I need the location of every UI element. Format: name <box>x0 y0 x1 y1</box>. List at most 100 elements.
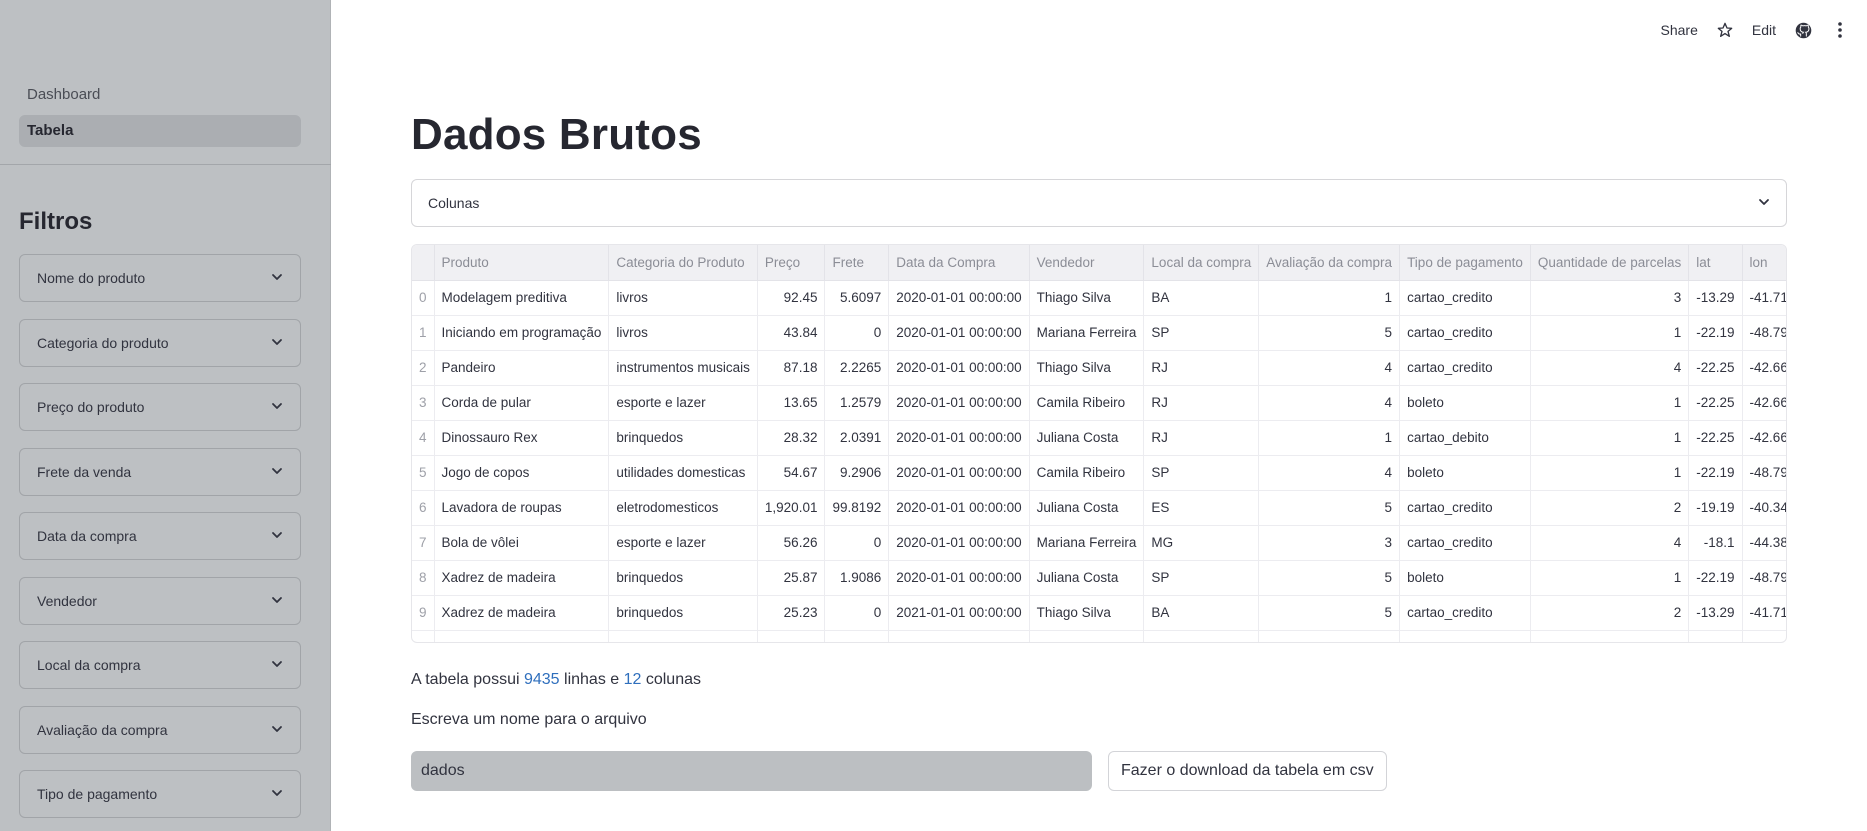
download-csv-button[interactable]: Fazer o download da tabela em csv <box>1108 751 1387 791</box>
table-cell[interactable]: -19.19 <box>1688 490 1743 526</box>
table-cell[interactable]: -41.71 <box>1742 595 1786 631</box>
table-cell[interactable]: 1 <box>1258 420 1401 456</box>
columns-expander[interactable]: Colunas <box>411 179 1787 227</box>
row-index[interactable]: 9 <box>412 595 435 631</box>
table-cell[interactable]: cartao_debito <box>1399 420 1531 456</box>
column-header[interactable]: Produto <box>434 245 610 281</box>
row-index[interactable]: 5 <box>412 455 435 491</box>
table-cell[interactable]: 56.26 <box>757 525 826 561</box>
table-cell[interactable]: 1 <box>1530 455 1690 491</box>
table-cell[interactable]: Mariana Ferreira <box>1029 525 1145 561</box>
table-cell[interactable]: 5 <box>1258 595 1401 631</box>
table-cell[interactable]: 2020-01-01 00:00:00 <box>888 280 1030 316</box>
table-cell[interactable]: utilidades domesticas <box>608 455 758 491</box>
table-cell[interactable]: Modelagem preditiva <box>434 280 610 316</box>
table-cell[interactable]: -41.71 <box>1742 280 1786 316</box>
column-header[interactable]: Categoria do Produto <box>608 245 758 281</box>
nav-item-tabela[interactable]: Tabela <box>19 115 301 147</box>
table-cell[interactable]: 2020-01-01 00:00:00 <box>888 350 1030 386</box>
table-cell[interactable]: 13.65 <box>757 385 826 421</box>
table-cell[interactable]: 4 <box>1530 350 1690 386</box>
table-cell[interactable]: SP <box>1143 315 1260 351</box>
table-cell[interactable]: 3 <box>1258 525 1401 561</box>
table-row[interactable]: 3 Corda de pular esporte e lazer 13.65 1.257… <box>412 385 1786 421</box>
table-cell[interactable]: 2020-01-01 00:00:00 <box>888 560 1030 596</box>
table-cell[interactable]: Juliana Costa <box>1029 560 1145 596</box>
row-index[interactable]: 4 <box>412 420 435 456</box>
table-cell[interactable]: -42.66 <box>1742 350 1786 386</box>
table-cell[interactable]: 28.32 <box>757 420 826 456</box>
table-row[interactable]: 0 Modelagem preditiva livros 92.45 5.6097 202… <box>412 280 1786 316</box>
table-cell[interactable]: 4 <box>1258 350 1401 386</box>
table-cell[interactable]: 1.2579 <box>824 385 890 421</box>
filter-select[interactable]: Vendedor <box>19 576 301 625</box>
column-header[interactable]: Vendedor <box>1029 245 1145 281</box>
table-cell[interactable]: Bola de vôlei <box>434 525 610 561</box>
table-cell[interactable]: 2.2265 <box>824 350 890 386</box>
table-cell[interactable]: Thiago Silva <box>1029 595 1145 631</box>
table-cell[interactable]: 9.2906 <box>824 455 890 491</box>
table-cell[interactable]: -22.19 <box>1688 560 1743 596</box>
table-cell[interactable]: livros <box>608 280 758 316</box>
filter-select[interactable]: Data da compra <box>19 512 301 560</box>
table-cell[interactable]: 5 <box>1258 315 1401 351</box>
row-index[interactable]: 6 <box>412 490 435 526</box>
row-index[interactable]: 2 <box>412 350 435 386</box>
table-cell[interactable]: 2021-01-01 00:00:00 <box>888 595 1030 631</box>
table-cell[interactable]: 3 <box>1530 280 1690 316</box>
table-cell[interactable]: Lavadora de roupas <box>434 490 610 526</box>
table-cell[interactable]: 43.84 <box>757 315 826 351</box>
data-table[interactable]: Produto Categoria do Produto Preço Frete Dat… <box>411 244 1787 643</box>
table-cell[interactable]: Jogo de copos <box>434 455 610 491</box>
table-row[interactable]: 2 Pandeiro instrumentos musicais 87.18 2.226… <box>412 350 1786 386</box>
table-cell[interactable]: 2020-01-01 00:00:00 <box>888 525 1030 561</box>
table-cell[interactable]: 2 <box>1530 595 1690 631</box>
table-row[interactable]: 4 Dinossauro Rex brinquedos 28.32 2.0391 2020… <box>412 420 1786 456</box>
row-index[interactable]: 7 <box>412 525 435 561</box>
column-header[interactable]: Quantidade de parcelas <box>1530 245 1690 281</box>
table-cell[interactable]: 5 <box>1258 490 1401 526</box>
row-index[interactable]: 1 <box>412 315 435 351</box>
column-header[interactable]: Preço <box>757 245 826 281</box>
table-cell[interactable]: -40.34 <box>1742 490 1786 526</box>
table-cell[interactable]: Dinossauro Rex <box>434 420 610 456</box>
table-cell[interactable]: 1 <box>1530 385 1690 421</box>
table-cell[interactable]: 2020-01-01 00:00:00 <box>888 455 1030 491</box>
table-cell[interactable]: -22.25 <box>1688 350 1743 386</box>
table-cell[interactable]: 4 <box>1258 455 1401 491</box>
table-cell[interactable]: SP <box>1143 455 1260 491</box>
table-cell[interactable]: esporte e lazer <box>608 385 758 421</box>
column-header[interactable]: Tipo de pagamento <box>1399 245 1531 281</box>
table-cell[interactable]: 1.9086 <box>824 560 890 596</box>
table-cell[interactable]: livros <box>608 315 758 351</box>
table-row[interactable]: 6 Lavadora de roupas eletrodomesticos 1,920… <box>412 490 1786 526</box>
column-header[interactable]: lat <box>1688 245 1743 281</box>
table-cell[interactable]: Mariana Ferreira <box>1029 315 1145 351</box>
table-cell[interactable]: cartao_credito <box>1399 350 1531 386</box>
table-cell[interactable]: boleto <box>1399 560 1531 596</box>
table-cell[interactable]: boleto <box>1399 455 1531 491</box>
table-cell[interactable]: cartao_credito <box>1399 595 1531 631</box>
table-cell[interactable]: brinquedos <box>608 560 758 596</box>
row-index[interactable]: 8 <box>412 560 435 596</box>
table-cell[interactable]: -44.38 <box>1742 525 1786 561</box>
edit-button[interactable]: Edit <box>1752 22 1776 38</box>
table-cell[interactable]: -22.19 <box>1688 455 1743 491</box>
column-header[interactable]: Local da compra <box>1143 245 1260 281</box>
table-cell[interactable]: 1 <box>1530 420 1690 456</box>
row-index[interactable]: 3 <box>412 385 435 421</box>
table-cell[interactable]: -22.25 <box>1688 385 1743 421</box>
column-header[interactable]: Frete <box>824 245 890 281</box>
table-cell[interactable]: brinquedos <box>608 595 758 631</box>
filter-select[interactable]: Local da compra <box>19 641 301 689</box>
table-cell[interactable]: MG <box>1143 525 1260 561</box>
table-cell[interactable]: 25.87 <box>757 560 826 596</box>
table-cell[interactable]: 4 <box>1530 525 1690 561</box>
table-cell[interactable]: cartao_credito <box>1399 280 1531 316</box>
column-header[interactable]: Avaliação da compra <box>1258 245 1401 281</box>
table-cell[interactable]: Thiago Silva <box>1029 280 1145 316</box>
table-cell[interactable]: Corda de pular <box>434 385 610 421</box>
table-cell[interactable]: 1 <box>1258 280 1401 316</box>
filter-select[interactable]: Categoria do produto <box>19 318 301 367</box>
table-cell[interactable]: 2020-01-01 00:00:00 <box>888 385 1030 421</box>
